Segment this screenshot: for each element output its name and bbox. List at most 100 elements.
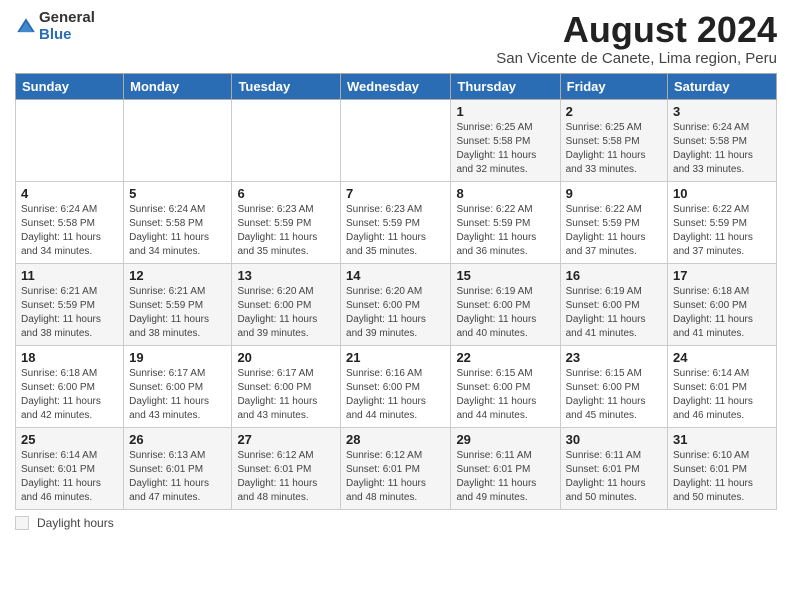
day-info: Sunrise: 6:18 AM Sunset: 6:00 PM Dayligh… — [21, 367, 118, 423]
day-info: Sunrise: 6:24 AM Sunset: 5:58 PM Dayligh… — [21, 203, 118, 259]
day-number: 23 — [566, 350, 662, 365]
calendar-week-row: 25Sunrise: 6:14 AM Sunset: 6:01 PM Dayli… — [16, 427, 777, 509]
day-number: 3 — [673, 104, 771, 119]
day-number: 26 — [129, 432, 226, 447]
calendar-cell: 11Sunrise: 6:21 AM Sunset: 5:59 PM Dayli… — [16, 263, 124, 345]
day-number: 19 — [129, 350, 226, 365]
day-info: Sunrise: 6:25 AM Sunset: 5:58 PM Dayligh… — [456, 121, 554, 177]
day-number: 15 — [456, 268, 554, 283]
day-info: Sunrise: 6:14 AM Sunset: 6:01 PM Dayligh… — [673, 367, 771, 423]
day-number: 13 — [237, 268, 335, 283]
day-number: 10 — [673, 186, 771, 201]
day-number: 16 — [566, 268, 662, 283]
day-info: Sunrise: 6:16 AM Sunset: 6:00 PM Dayligh… — [346, 367, 445, 423]
day-number: 7 — [346, 186, 445, 201]
calendar-cell: 29 Sunrise: 6:11 AM Sunset: 6:01 PM Dayli… — [451, 427, 560, 509]
calendar-cell: 31 Sunrise: 6:10 AM Sunset: 6:01 PM Dayli… — [668, 427, 777, 509]
day-info: Sunrise: 6:22 AM Sunset: 5:59 PM Dayligh… — [673, 203, 771, 259]
day-info: Sunrise: 6:23 AM Sunset: 5:59 PM Dayligh… — [346, 203, 445, 259]
day-number: 29 — [456, 432, 554, 447]
day-number: 18 — [21, 350, 118, 365]
day-number: 24 — [673, 350, 771, 365]
calendar-cell: 20 Sunrise: 6:17 AM Sunset: 6:00 PM Dayli… — [232, 345, 341, 427]
location-subtitle: San Vicente de Canete, Lima region, Peru — [496, 50, 777, 67]
day-info: Sunrise: 6:17 AM Sunset: 6:00 PM Dayligh… — [237, 367, 335, 423]
calendar-cell: 21 Sunrise: 6:16 AM Sunset: 6:00 PM Dayli… — [341, 345, 451, 427]
legend-box — [15, 516, 29, 530]
calendar-cell: 25Sunrise: 6:14 AM Sunset: 6:01 PM Dayli… — [16, 427, 124, 509]
calendar-cell: 27 Sunrise: 6:12 AM Sunset: 6:01 PM Dayli… — [232, 427, 341, 509]
calendar-cell: 9 Sunrise: 6:22 AM Sunset: 5:59 PM Daylig… — [560, 181, 667, 263]
day-info: Sunrise: 6:23 AM Sunset: 5:59 PM Dayligh… — [237, 203, 335, 259]
day-info: Sunrise: 6:14 AM Sunset: 6:01 PM Dayligh… — [21, 449, 118, 505]
day-number: 22 — [456, 350, 554, 365]
calendar-header-sunday: Sunday — [16, 73, 124, 99]
day-info: Sunrise: 6:15 AM Sunset: 6:00 PM Dayligh… — [456, 367, 554, 423]
calendar-cell: 3 Sunrise: 6:24 AM Sunset: 5:58 PM Daylig… — [668, 99, 777, 181]
calendar-header-saturday: Saturday — [668, 73, 777, 99]
page: General Blue August 2024 San Vicente de … — [0, 0, 792, 540]
logo-blue-text: Blue — [39, 27, 95, 44]
logo-icon — [15, 16, 37, 38]
day-info: Sunrise: 6:20 AM Sunset: 6:00 PM Dayligh… — [237, 285, 335, 341]
day-info: Sunrise: 6:11 AM Sunset: 6:01 PM Dayligh… — [566, 449, 662, 505]
calendar-cell: 16 Sunrise: 6:19 AM Sunset: 6:00 PM Dayli… — [560, 263, 667, 345]
day-info: Sunrise: 6:11 AM Sunset: 6:01 PM Dayligh… — [456, 449, 554, 505]
day-number: 8 — [456, 186, 554, 201]
day-number: 20 — [237, 350, 335, 365]
calendar-cell: 28 Sunrise: 6:12 AM Sunset: 6:01 PM Dayli… — [341, 427, 451, 509]
calendar-header-friday: Friday — [560, 73, 667, 99]
calendar-week-row: 1Sunrise: 6:25 AM Sunset: 5:58 PM Daylig… — [16, 99, 777, 181]
calendar-cell: 13 Sunrise: 6:20 AM Sunset: 6:00 PM Dayli… — [232, 263, 341, 345]
day-info: Sunrise: 6:12 AM Sunset: 6:01 PM Dayligh… — [237, 449, 335, 505]
calendar-cell: 1Sunrise: 6:25 AM Sunset: 5:58 PM Daylig… — [451, 99, 560, 181]
day-info: Sunrise: 6:12 AM Sunset: 6:01 PM Dayligh… — [346, 449, 445, 505]
calendar-cell — [341, 99, 451, 181]
calendar-week-row: 4 Sunrise: 6:24 AM Sunset: 5:58 PM Daylig… — [16, 181, 777, 263]
day-number: 27 — [237, 432, 335, 447]
day-info: Sunrise: 6:22 AM Sunset: 5:59 PM Dayligh… — [566, 203, 662, 259]
day-info: Sunrise: 6:24 AM Sunset: 5:58 PM Dayligh… — [129, 203, 226, 259]
calendar-header-row: SundayMondayTuesdayWednesdayThursdayFrid… — [16, 73, 777, 99]
day-info: Sunrise: 6:19 AM Sunset: 6:00 PM Dayligh… — [566, 285, 662, 341]
day-info: Sunrise: 6:15 AM Sunset: 6:00 PM Dayligh… — [566, 367, 662, 423]
logo-text: General Blue — [39, 10, 95, 43]
day-info: Sunrise: 6:10 AM Sunset: 6:01 PM Dayligh… — [673, 449, 771, 505]
day-number: 2 — [566, 104, 662, 119]
calendar-cell: 18 Sunrise: 6:18 AM Sunset: 6:00 PM Dayli… — [16, 345, 124, 427]
calendar-header-thursday: Thursday — [451, 73, 560, 99]
day-number: 12 — [129, 268, 226, 283]
calendar-cell: 24 Sunrise: 6:14 AM Sunset: 6:01 PM Dayli… — [668, 345, 777, 427]
day-info: Sunrise: 6:25 AM Sunset: 5:58 PM Dayligh… — [566, 121, 662, 177]
calendar-cell: 23 Sunrise: 6:15 AM Sunset: 6:00 PM Dayli… — [560, 345, 667, 427]
calendar-cell: 5Sunrise: 6:24 AM Sunset: 5:58 PM Daylig… — [124, 181, 232, 263]
legend: Daylight hours — [15, 516, 777, 530]
day-number: 30 — [566, 432, 662, 447]
day-info: Sunrise: 6:24 AM Sunset: 5:58 PM Dayligh… — [673, 121, 771, 177]
legend-label: Daylight hours — [37, 516, 114, 530]
day-number: 17 — [673, 268, 771, 283]
calendar-cell — [232, 99, 341, 181]
day-info: Sunrise: 6:18 AM Sunset: 6:00 PM Dayligh… — [673, 285, 771, 341]
day-info: Sunrise: 6:20 AM Sunset: 6:00 PM Dayligh… — [346, 285, 445, 341]
day-number: 31 — [673, 432, 771, 447]
day-info: Sunrise: 6:17 AM Sunset: 6:00 PM Dayligh… — [129, 367, 226, 423]
calendar-cell: 22 Sunrise: 6:15 AM Sunset: 6:00 PM Dayli… — [451, 345, 560, 427]
day-number: 6 — [237, 186, 335, 201]
day-info: Sunrise: 6:13 AM Sunset: 6:01 PM Dayligh… — [129, 449, 226, 505]
calendar-cell — [124, 99, 232, 181]
calendar-header-wednesday: Wednesday — [341, 73, 451, 99]
calendar-cell: 15Sunrise: 6:19 AM Sunset: 6:00 PM Dayli… — [451, 263, 560, 345]
calendar-cell — [16, 99, 124, 181]
day-number: 28 — [346, 432, 445, 447]
day-number: 4 — [21, 186, 118, 201]
day-info: Sunrise: 6:21 AM Sunset: 5:59 PM Dayligh… — [21, 285, 118, 341]
calendar-cell: 10 Sunrise: 6:22 AM Sunset: 5:59 PM Dayli… — [668, 181, 777, 263]
calendar-header-monday: Monday — [124, 73, 232, 99]
calendar-cell: 17 Sunrise: 6:18 AM Sunset: 6:00 PM Dayli… — [668, 263, 777, 345]
calendar-cell: 8Sunrise: 6:22 AM Sunset: 5:59 PM Daylig… — [451, 181, 560, 263]
day-number: 21 — [346, 350, 445, 365]
calendar-cell: 19 Sunrise: 6:17 AM Sunset: 6:00 PM Dayli… — [124, 345, 232, 427]
calendar-cell: 26 Sunrise: 6:13 AM Sunset: 6:01 PM Dayli… — [124, 427, 232, 509]
day-number: 9 — [566, 186, 662, 201]
